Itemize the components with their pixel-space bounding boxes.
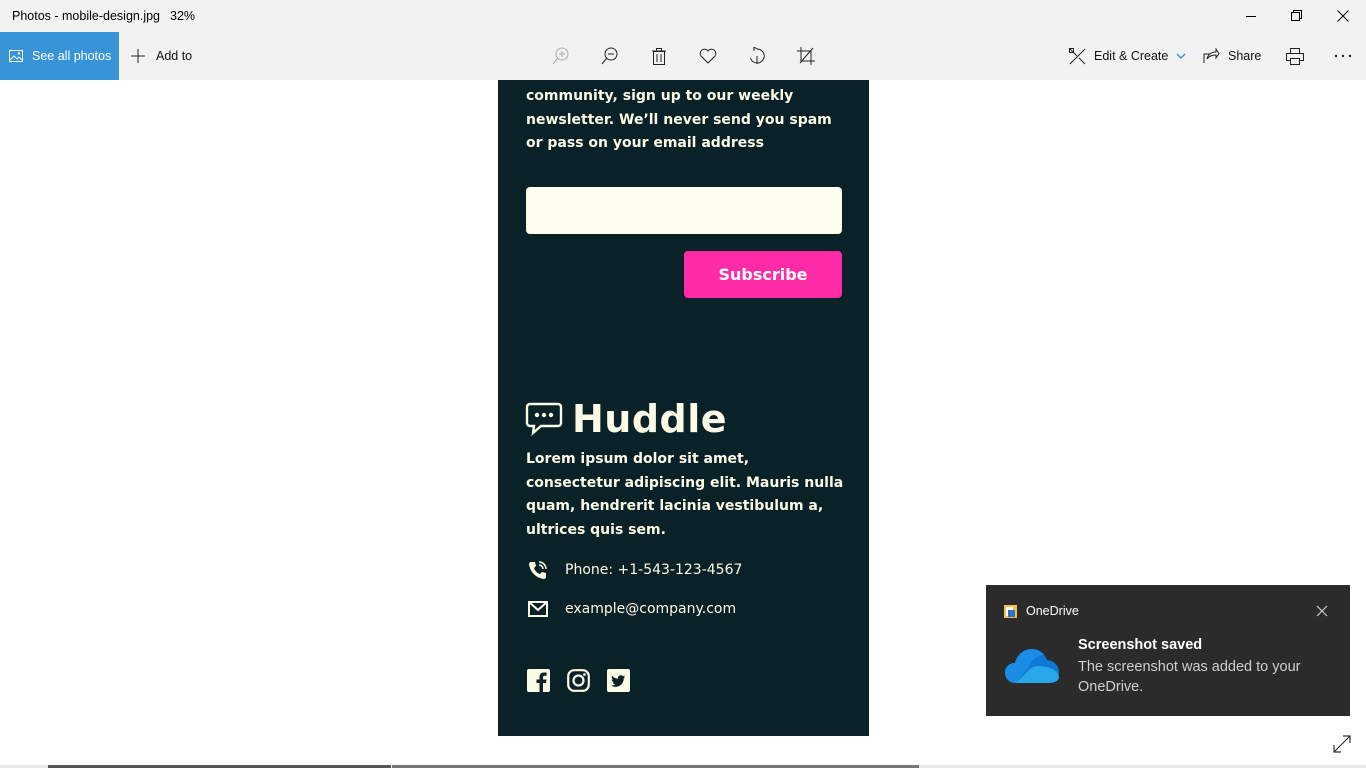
zoom-level: 32% xyxy=(170,9,196,23)
plus-icon xyxy=(131,49,145,63)
rotate-icon xyxy=(750,47,765,64)
chat-bubble-icon xyxy=(525,402,563,436)
add-to-button[interactable]: Add to xyxy=(130,32,192,80)
onedrive-app-icon xyxy=(1004,605,1017,618)
rotate-button[interactable] xyxy=(745,44,769,68)
email-text: example@company.com xyxy=(565,601,737,617)
heart-icon xyxy=(699,48,717,64)
photos-toolbar: See all photos Add to Edit & Create Shar… xyxy=(0,32,1366,80)
more-options-button[interactable] xyxy=(1331,44,1355,68)
print-button[interactable] xyxy=(1283,44,1307,68)
footer-description: Lorem ipsum dolor sit amet, consectetur … xyxy=(526,451,844,538)
email-input xyxy=(526,187,842,234)
see-all-photos-label: See all photos xyxy=(32,49,112,63)
restore-button[interactable] xyxy=(1274,0,1320,32)
printer-icon xyxy=(1286,47,1304,65)
displayed-photo: community, sign up to our weekly newslet… xyxy=(498,80,869,736)
chevron-down-icon xyxy=(1176,53,1186,60)
edit-create-button[interactable]: Edit & Create xyxy=(1069,32,1186,80)
onedrive-notification[interactable]: OneDrive Screenshot saved The screenshot… xyxy=(986,585,1350,716)
email-row: example@company.com xyxy=(526,597,736,621)
notification-title: Screenshot saved xyxy=(1078,637,1203,653)
minimize-button[interactable] xyxy=(1228,0,1274,32)
phone-row: Phone: +1-543-123-4567 xyxy=(526,558,742,582)
social-links xyxy=(526,668,646,692)
zoom-in-button[interactable] xyxy=(549,44,573,68)
favorite-button[interactable] xyxy=(696,44,720,68)
fullscreen-icon[interactable] xyxy=(1331,733,1353,755)
phone-text: Phone: +1-543-123-4567 xyxy=(565,562,743,578)
window-title-text: Photos - mobile-design.jpg xyxy=(12,9,160,23)
see-all-photos-button[interactable]: See all photos xyxy=(0,32,119,80)
edit-icon xyxy=(1069,47,1086,64)
huddle-logo: Huddle xyxy=(525,397,727,441)
newsletter-text: community, sign up to our weekly newslet… xyxy=(526,88,832,151)
close-button[interactable] xyxy=(1320,0,1366,32)
restore-icon xyxy=(1291,10,1302,21)
mail-icon xyxy=(526,597,550,621)
title-bar: Photos - mobile-design.jpg 32% xyxy=(0,0,1366,32)
facebook-icon xyxy=(526,668,550,692)
zoom-out-icon xyxy=(601,47,618,65)
zoom-out-button[interactable] xyxy=(598,44,622,68)
minimize-icon xyxy=(1245,15,1256,17)
logo-text: Huddle xyxy=(572,397,728,441)
delete-button[interactable] xyxy=(647,44,671,68)
crop-icon xyxy=(797,47,815,65)
zoom-in-icon xyxy=(552,47,569,65)
photos-icon xyxy=(9,50,23,62)
share-label: Share xyxy=(1228,49,1262,63)
edit-create-label: Edit & Create xyxy=(1094,49,1169,63)
onedrive-cloud-icon xyxy=(1005,649,1059,683)
add-to-label: Add to xyxy=(156,49,193,63)
close-icon[interactable] xyxy=(1314,603,1330,619)
notification-body: The screenshot was added to your OneDriv… xyxy=(1078,659,1301,695)
share-icon xyxy=(1203,48,1220,63)
share-button[interactable]: Share xyxy=(1203,32,1261,80)
instagram-icon xyxy=(566,668,590,692)
twitter-icon xyxy=(606,668,630,692)
subscribe-button: Subscribe xyxy=(684,251,842,298)
phone-icon xyxy=(526,558,550,582)
window-title: Photos - mobile-design.jpg 32% xyxy=(12,9,195,23)
trash-icon xyxy=(652,47,666,65)
crop-button[interactable] xyxy=(794,44,818,68)
notification-app-name: OneDrive xyxy=(1026,604,1079,618)
more-icon xyxy=(1334,54,1352,58)
close-icon xyxy=(1337,10,1349,22)
